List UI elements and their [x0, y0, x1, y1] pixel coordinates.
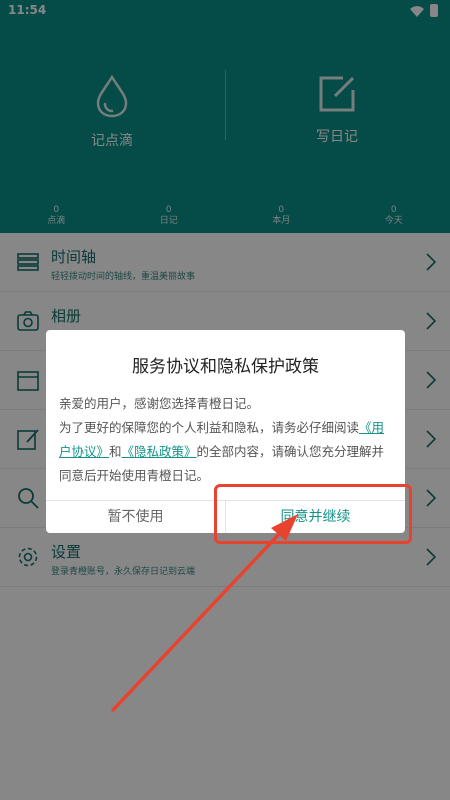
privacy-link[interactable]: 《隐私政策》	[122, 444, 197, 459]
annotation-highlight-box	[214, 484, 412, 544]
decline-button[interactable]: 暂不使用	[46, 501, 226, 533]
dialog-notice-text: 为了更好的保障您的个人利益和隐私，请务必仔细阅读	[59, 420, 360, 435]
app-screen: 11:54 记点滴 写日记 0 点滴 0 日记 0 本月 0 今天 时间轴 轻轻…	[0, 0, 450, 800]
dialog-and-text: 和	[109, 444, 122, 459]
dialog-greeting: 亲爱的用户，感谢您选择青橙日记。	[59, 396, 260, 411]
dialog-notice: 为了更好的保障您的个人利益和隐私，请务必仔细阅读《用户协议》和《隐私政策》的全部…	[59, 416, 394, 488]
dialog-title: 服务协议和隐私保护政策	[132, 357, 319, 377]
dialog-body: 亲爱的用户，感谢您选择青橙日记。 为了更好的保障您的个人利益和隐私，请务必仔细阅…	[59, 392, 394, 488]
